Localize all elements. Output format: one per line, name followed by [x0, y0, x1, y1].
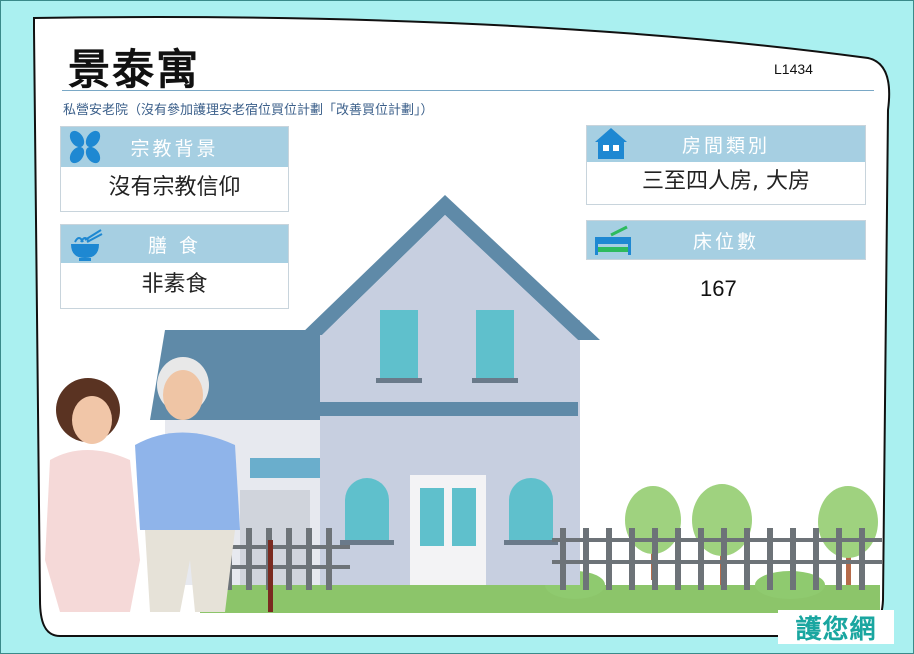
room-type-card: 房間類別 三至四人房, 大房 [586, 125, 866, 205]
meal-label: 膳 食 [147, 234, 202, 257]
beds-label: 床位數 [692, 230, 759, 253]
tree [818, 486, 878, 585]
facility-code: L1434 [774, 61, 813, 77]
meal-card: 膳 食 非素食 [60, 224, 289, 309]
beds-card: 床位數 [586, 220, 866, 260]
meal-header: 膳 食 [61, 225, 288, 263]
room-type-label: 房間類別 [681, 134, 770, 157]
leaf-icon [69, 130, 101, 164]
meal-value: 非素食 [141, 272, 208, 297]
beds-value: 167 [700, 276, 737, 301]
bed-icon [595, 225, 631, 255]
page-title: 景泰寓 [68, 45, 201, 94]
beds-header: 床位數 [587, 221, 865, 259]
room-type-header: 房間類別 [587, 126, 865, 162]
facility-type: 私營安老院（沒有參加護理安老宿位買位計劃「改善買位計劃」） [63, 103, 434, 118]
religion-value: 沒有宗教信仰 [108, 175, 241, 200]
religion-card: 宗教背景 沒有宗教信仰 [60, 126, 289, 212]
room-type-value: 三至四人房, 大房 [642, 169, 810, 194]
religion-label: 宗教背景 [130, 137, 219, 160]
house-icon [595, 128, 627, 159]
noodle-bowl-icon [71, 229, 103, 261]
religion-header: 宗教背景 [61, 127, 288, 167]
brand-logo: 護您網 [778, 610, 894, 645]
title-divider [62, 90, 874, 91]
